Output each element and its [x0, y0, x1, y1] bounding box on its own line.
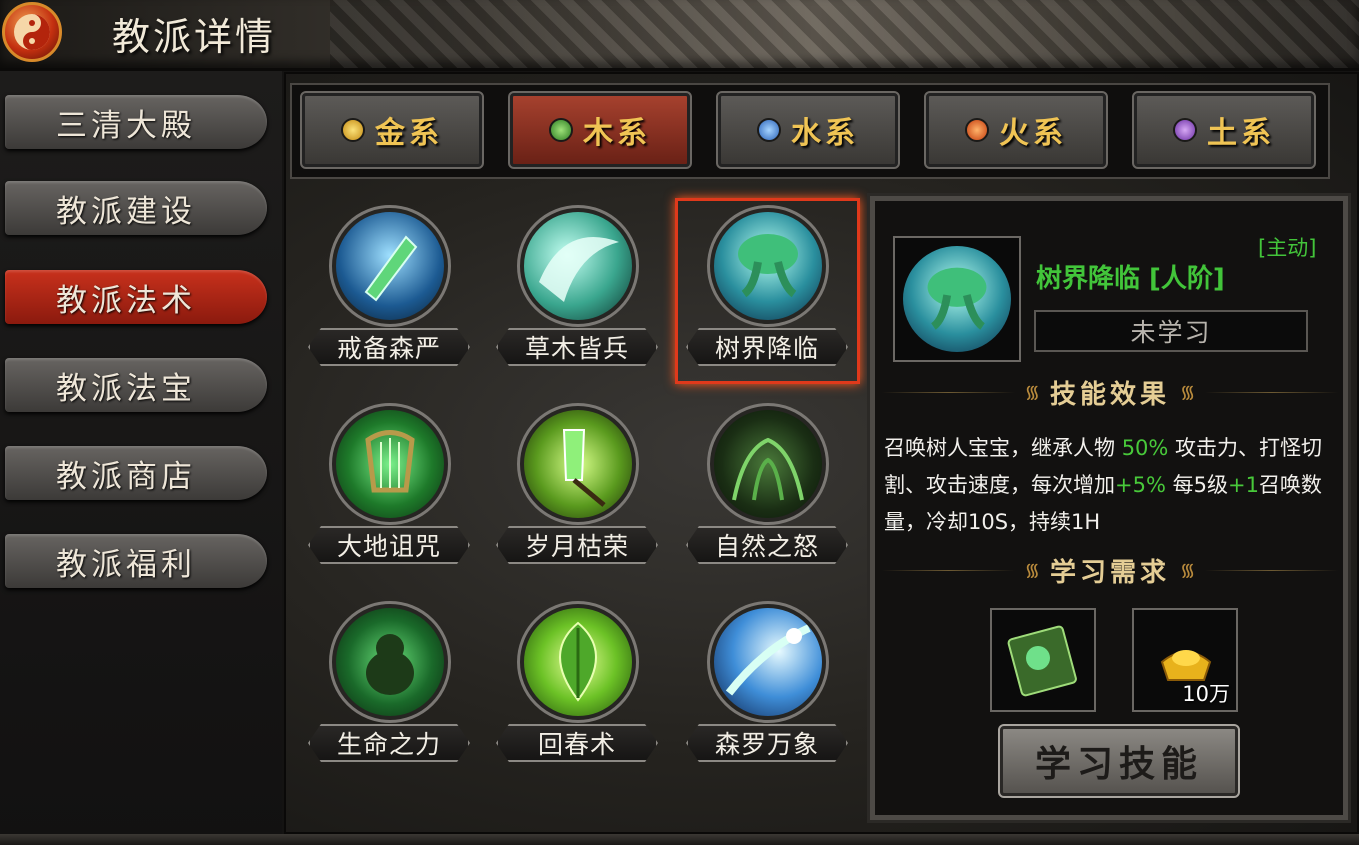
- effect-value: +5%: [1115, 473, 1166, 497]
- crystal-branch-icon: [517, 403, 639, 525]
- skill-shengming-zhili[interactable]: 生命之力: [302, 601, 476, 774]
- tab-earth[interactable]: 土系: [1132, 91, 1316, 169]
- learn-skill-button[interactable]: 学习技能: [998, 724, 1240, 798]
- tab-water[interactable]: 水系: [716, 91, 900, 169]
- skill-label-plate: 森罗万象: [686, 724, 848, 762]
- skill-label-plate: 大地诅咒: [308, 526, 470, 564]
- sidebar-item-sect-welfare[interactable]: 教派福利: [5, 534, 267, 588]
- vines-icon: [707, 403, 829, 525]
- skill-label-plate: 自然之怒: [686, 526, 848, 564]
- sidebar-item-sanqing-hall[interactable]: 三清大殿: [5, 95, 267, 149]
- skill-jiebei-sen-yan[interactable]: 戒备森严: [302, 205, 476, 378]
- tab-fire[interactable]: 火系: [924, 91, 1108, 169]
- sidebar-item-label: 教派法宝: [56, 370, 196, 407]
- skill-dadi-zuzhou[interactable]: 大地诅咒: [302, 403, 476, 576]
- requirement-item-skill-book[interactable]: [990, 608, 1096, 712]
- learn-status: 未学习: [1130, 318, 1212, 347]
- yin-yang-logo-icon: [2, 2, 62, 62]
- skill-title: 树界降临 [人阶]: [1036, 264, 1225, 294]
- tab-label: 金系: [375, 116, 443, 151]
- skill-name: 大地诅咒: [336, 532, 441, 561]
- wave-blade-icon: [517, 205, 639, 327]
- selected-skill-highlight: [675, 198, 860, 384]
- sidebar-item-label: 教派福利: [56, 546, 196, 583]
- requirement-item-gold[interactable]: 10万: [1132, 608, 1238, 712]
- skill-name: 戒备森严: [336, 334, 441, 363]
- page-title: 教派详情: [112, 15, 277, 59]
- fire-element-icon: [965, 118, 989, 142]
- effect-text-part: 召唤树人宝宝，继承人物: [884, 436, 1122, 460]
- sidebar-item-label: 教派商店: [56, 458, 196, 495]
- skill-type-label: [主动]: [1258, 236, 1317, 260]
- tab-gold[interactable]: 金系: [300, 91, 484, 169]
- effect-value: 50%: [1121, 436, 1169, 460]
- comet-icon: [707, 601, 829, 723]
- harp-icon: [329, 403, 451, 525]
- learn-status-box: 未学习: [1034, 310, 1308, 352]
- skill-ziran-zhinu[interactable]: 自然之怒: [680, 403, 854, 576]
- skill-label-plate: 生命之力: [308, 724, 470, 762]
- tab-label: 火系: [999, 116, 1067, 151]
- beast-icon: [329, 601, 451, 723]
- skill-suiyue-kurong[interactable]: 岁月枯荣: [490, 403, 664, 576]
- sword-shield-icon: [329, 205, 451, 327]
- tab-wood[interactable]: 木系: [508, 91, 692, 169]
- ornament-icon: ᯾: [1024, 560, 1040, 581]
- skill-name: 草木皆兵: [524, 334, 629, 363]
- selected-skill-icon-frame: [893, 236, 1021, 362]
- learn-skill-button-label: 学习技能: [1034, 743, 1203, 785]
- skill-caomu-jiebing[interactable]: 草木皆兵: [490, 205, 664, 378]
- ornament-icon: ᯾: [1180, 382, 1196, 403]
- tree-spirit-icon: [903, 246, 1011, 352]
- requirement-section-header: ᯾ 学习需求 ᯾: [882, 550, 1339, 590]
- sidebar-item-label: 三清大殿: [56, 107, 196, 144]
- skill-name: 回春术: [537, 730, 616, 759]
- skill-label-plate: 回春术: [496, 724, 658, 762]
- sidebar-item-sect-treasure[interactable]: 教派法宝: [5, 358, 267, 412]
- skill-label-plate: 戒备森严: [308, 328, 470, 366]
- bottom-border: [0, 834, 1359, 845]
- sidebar-item-sect-shop[interactable]: 教派商店: [5, 446, 267, 500]
- effect-section-header: ᯾ 技能效果 ᯾: [882, 372, 1339, 412]
- tab-label: 土系: [1207, 116, 1275, 151]
- skill-book-icon: [1007, 625, 1077, 697]
- effect-value: +1: [1227, 473, 1259, 497]
- header-bar: 教派详情: [0, 0, 1359, 71]
- sidebar-item-sect-spells[interactable]: 教派法术: [5, 270, 267, 324]
- earth-element-icon: [1173, 118, 1197, 142]
- ornament-icon: ᯾: [1180, 560, 1196, 581]
- tab-label: 木系: [583, 116, 651, 151]
- sidebar-item-sect-construction[interactable]: 教派建设: [5, 181, 267, 235]
- ornament-icon: ᯾: [1024, 382, 1040, 403]
- effect-text-part: 每5级: [1165, 473, 1228, 497]
- effect-section-title: 技能效果: [1050, 379, 1171, 410]
- skill-huichun-shu[interactable]: 回春术: [490, 601, 664, 774]
- requirement-section-title: 学习需求: [1050, 557, 1171, 588]
- water-element-icon: [757, 118, 781, 142]
- sidebar-item-label: 教派建设: [56, 193, 196, 230]
- header-decoration: [330, 0, 1359, 68]
- sidebar-item-label: 教派法术: [56, 282, 196, 319]
- leaf-icon: [517, 601, 639, 723]
- skill-name: 森罗万象: [714, 730, 819, 759]
- skill-name: 生命之力: [336, 730, 441, 759]
- tab-label: 水系: [791, 116, 859, 151]
- skill-label-plate: 岁月枯荣: [496, 526, 658, 564]
- gold-amount: 10万: [1182, 682, 1230, 706]
- skill-label-plate: 草木皆兵: [496, 328, 658, 366]
- wood-element-icon: [549, 118, 573, 142]
- skill-effect-description: 召唤树人宝宝，继承人物 50% 攻击力、打怪切割、攻击速度，每次增加+5% 每5…: [884, 430, 1344, 541]
- skill-name: 岁月枯荣: [524, 532, 629, 561]
- skill-name: 自然之怒: [714, 532, 819, 561]
- gold-element-icon: [341, 118, 365, 142]
- skill-senluo-wanxiang[interactable]: 森罗万象: [680, 601, 854, 774]
